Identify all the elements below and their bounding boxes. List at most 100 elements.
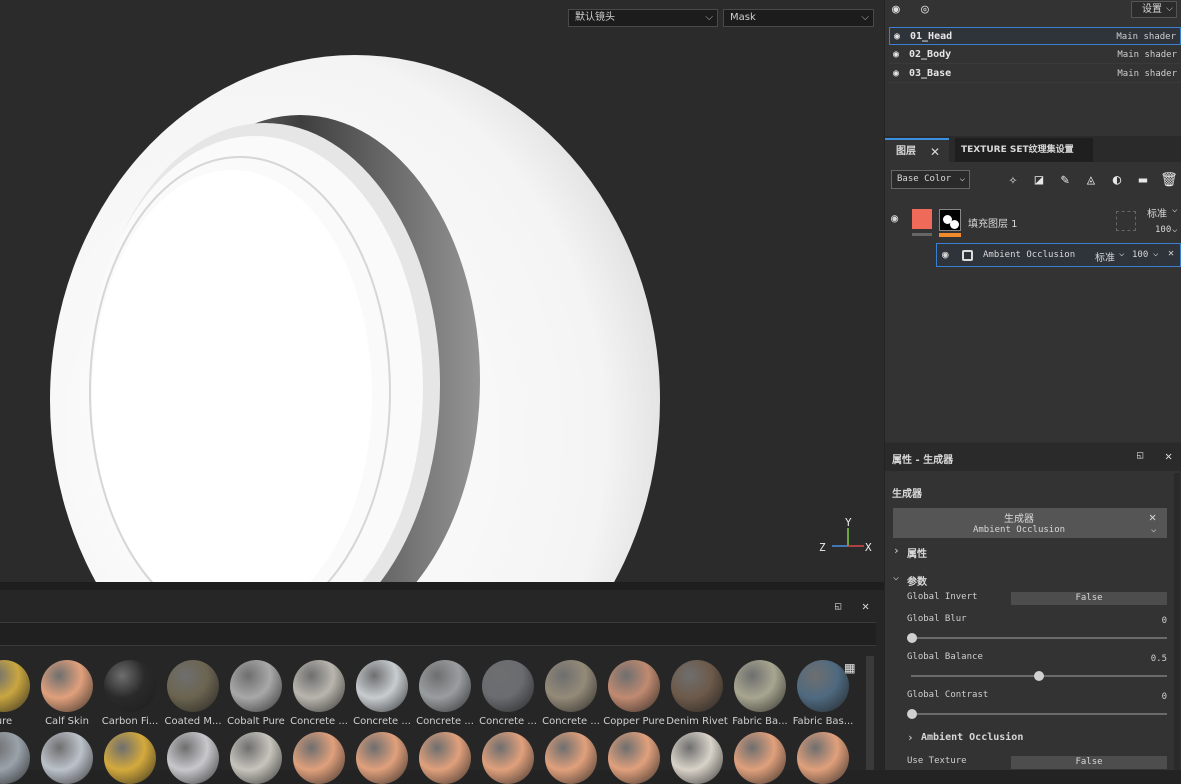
eye-icon[interactable]: ◉ [894,28,900,46]
global-blur-slider[interactable] [907,633,1167,643]
material-preview[interactable] [545,660,597,712]
layers-panel: 图层 ✕ TEXTURE SET纹理集设置 Base Color ⌵ ✧ ◪ ✎… [885,136,1181,442]
eye-settings-icon[interactable]: ◉ [892,2,900,17]
maximize-icon[interactable]: ◱ [835,601,841,612]
layer-channel-select[interactable]: Base Color ⌵ [891,170,970,189]
fill-layer-row[interactable]: ◉ 填充图层 1 标准 ⌵ 100 ⌵ [885,203,1181,241]
material-preview[interactable] [356,660,408,712]
material-preview[interactable] [608,732,660,784]
material-preview[interactable] [734,732,786,784]
tab-layers-label: 图层 [896,146,916,157]
material-preview[interactable] [545,732,597,784]
shelf-search-bar[interactable] [0,622,876,646]
texture-set-name: 03_Base [909,68,952,79]
add-effect-icon[interactable]: ✧ [1004,171,1022,189]
smart-material-icon[interactable]: ◐ [1108,171,1126,189]
close-icon[interactable]: ✕ [862,599,869,613]
ao-effect-row[interactable]: ◉ Ambient Occlusion 标准 ⌵ 100 ⌵ ✕ [936,243,1181,267]
material-preview[interactable] [608,660,660,712]
ao-effect-name: Ambient Occlusion [983,250,1076,260]
properties-title: 属性 - 生成器 [892,455,954,466]
group-ambient-occlusion[interactable]: › Ambient Occlusion [907,731,1107,745]
layer-thumb-bar [912,233,932,236]
shelf-scrollbar[interactable] [866,656,874,770]
material-preview[interactable] [734,660,786,712]
eye-icon[interactable]: ◉ [893,46,899,64]
folder-icon[interactable]: ▬ [1134,171,1152,189]
slider-handle[interactable] [907,633,917,643]
material-preview[interactable] [0,660,30,712]
properties-scrollbar[interactable] [1174,473,1180,770]
global-balance-value[interactable]: 0.5 [1151,654,1167,664]
material-preview[interactable] [41,660,93,712]
chevron-down-icon: ⌵ [1172,225,1178,235]
maximize-icon[interactable]: ◱ [1137,450,1143,461]
ao-effect-opacity[interactable]: 100 [1132,250,1148,260]
camera-select[interactable]: 默认镜头 ⌵ [568,9,718,27]
group-parameters[interactable]: ⌵ 参数 [893,572,1093,588]
material-preview[interactable] [419,660,471,712]
shader-name: Main shader [1117,69,1177,79]
slider-handle[interactable] [1034,671,1044,681]
fill-layer-icon[interactable]: ◬ [1082,171,1100,189]
generator-selector[interactable]: 生成器 Ambient Occlusion ✕ ⌵ [893,508,1167,538]
material-preview[interactable] [293,732,345,784]
material-preview[interactable] [104,732,156,784]
eye-icon[interactable]: ◉ [891,211,898,225]
material-preview[interactable] [671,732,723,784]
material-preview[interactable] [41,732,93,784]
use-texture-toggle[interactable]: False [1011,756,1167,769]
slider-handle[interactable] [907,709,917,719]
close-icon[interactable]: ✕ [1165,449,1172,463]
3d-viewport[interactable]: 默认镜头 ⌵ Mask ⌵ Y X Z [0,0,884,582]
global-blur-value[interactable]: 0 [1162,616,1167,626]
material-preview[interactable] [482,660,534,712]
global-contrast-value[interactable]: 0 [1162,692,1167,702]
texture-set-list: ◉ ◎ 设置 ⌵ ◉ 01_Head Main shader ◉ 02_Body… [885,0,1181,136]
texture-set-row[interactable]: ◉ 02_Body Main shader [889,46,1181,64]
material-preview[interactable] [356,732,408,784]
ao-effect-blend[interactable]: 标准 [1095,249,1115,264]
material-preview[interactable] [167,732,219,784]
material-label: Calf Skin [45,716,89,727]
material-preview[interactable] [797,660,849,712]
texture-set-name: 01_Head [910,31,953,42]
group-properties[interactable]: › 属性 [893,544,1093,560]
material-label: Concrete ... [353,716,411,727]
shader-name: Main shader [1116,32,1176,42]
material-label: Concrete ... [542,716,600,727]
channel-select[interactable]: Mask ⌵ [723,9,874,27]
material-preview[interactable] [797,732,849,784]
eye-icon[interactable]: ◉ [942,248,949,261]
global-invert-toggle[interactable]: False [1011,592,1167,605]
material-preview[interactable] [104,660,156,712]
tab-layers[interactable]: 图层 ✕ [885,138,949,162]
texture-set-row[interactable]: ◉ 03_Base Main shader [889,65,1181,83]
delete-icon[interactable]: 🗑 [1160,171,1178,189]
material-label: Denim Rivet [666,716,728,727]
close-icon[interactable]: ✕ [1149,510,1156,524]
eye-icon[interactable]: ◉ [893,65,899,83]
material-label: Concrete ... [416,716,474,727]
material-preview[interactable] [671,660,723,712]
material-preview[interactable] [293,660,345,712]
material-preview[interactable] [167,660,219,712]
material-preview[interactable] [230,660,282,712]
global-contrast-slider[interactable] [907,709,1167,719]
paint-layer-icon[interactable]: ✎ [1056,171,1074,189]
axis-x-label: X [865,541,872,554]
material-preview[interactable] [230,732,282,784]
eye-icon[interactable]: ◎ [921,2,929,17]
global-balance-slider[interactable] [911,671,1167,681]
fill-layer-blend[interactable]: 标准 [1147,205,1167,220]
material-preview[interactable] [419,732,471,784]
texture-set-row[interactable]: ◉ 01_Head Main shader [889,27,1181,45]
fill-layer-opacity[interactable]: 100 [1155,225,1171,235]
material-preview[interactable] [0,732,30,784]
settings-dropdown[interactable]: 设置 ⌵ [1131,1,1177,18]
add-mask-icon[interactable]: ◪ [1030,171,1048,189]
close-icon[interactable]: ✕ [1168,248,1174,259]
close-icon[interactable]: ✕ [930,140,940,164]
tab-texture-set-settings[interactable]: TEXTURE SET纹理集设置 [955,138,1093,162]
material-preview[interactable] [482,732,534,784]
